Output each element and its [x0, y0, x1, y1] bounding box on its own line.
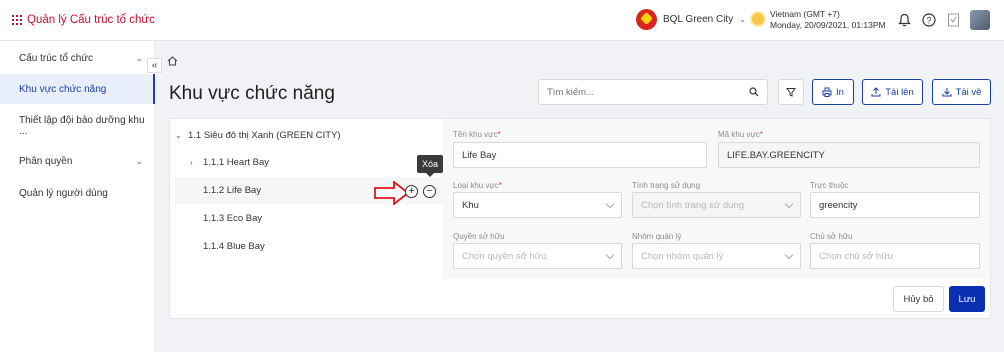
printer-icon	[822, 87, 832, 97]
org-switcher[interactable]: BQL Green City ⌄	[636, 9, 746, 30]
upload-icon	[871, 87, 881, 97]
owner-label: Chủ sở hữu	[810, 232, 853, 241]
code-field[interactable]: LIFE.BAY.GREENCITY	[718, 142, 980, 168]
delete-tooltip: Xóa	[417, 155, 443, 177]
download-button[interactable]: Tải về	[932, 79, 991, 105]
tree-node-life-bay[interactable]: 1.1.2 Life Bay	[203, 185, 261, 196]
sidebar-item-functional-areas[interactable]: Khu vực chức năng	[0, 74, 155, 104]
chevron-down-icon	[784, 250, 794, 259]
sidebar: Cấu trúc tổ chức ⌄ Khu vực chức năng Thi…	[0, 41, 155, 352]
apps-grid-icon[interactable]	[12, 15, 22, 25]
svg-text:?: ?	[926, 16, 931, 26]
chevron-down-icon	[605, 199, 615, 208]
chevron-down-icon	[784, 199, 794, 208]
tree-node-blue-bay[interactable]: 1.1.4 Blue Bay	[203, 241, 265, 252]
datetime-label: Monday, 20/09/2021, 01:13PM	[770, 20, 886, 30]
name-label: Tên khu vực*	[453, 130, 501, 139]
filter-button[interactable]	[778, 79, 804, 105]
sidebar-item-label: Quản lý người dùng	[19, 187, 108, 199]
filter-icon	[786, 88, 796, 97]
sidebar-item-maintenance-team[interactable]: Thiết lập đội bảo dưỡng khu ...	[0, 111, 155, 141]
search-input[interactable]	[547, 86, 727, 98]
cancel-button[interactable]: Hủy bỏ	[893, 286, 944, 312]
save-button[interactable]: Lưu	[949, 286, 985, 312]
chevron-down-icon: ⌄	[135, 52, 143, 63]
search-icon[interactable]	[749, 87, 759, 97]
group-select[interactable]: Chọn nhóm quản lý	[632, 243, 801, 269]
group-label: Nhóm quản lý	[632, 232, 682, 241]
sidebar-item-label: Cấu trúc tổ chức	[19, 52, 93, 64]
search-box[interactable]	[538, 79, 768, 105]
user-avatar[interactable]	[970, 10, 990, 30]
timezone-display[interactable]: Vietnam (GMT +7) Monday, 20/09/2021, 01:…	[752, 9, 886, 31]
bell-icon[interactable]	[896, 12, 912, 28]
org-logo	[636, 9, 657, 30]
tree-node-label: 1.1.1 Heart Bay	[203, 157, 270, 168]
sidebar-item-permissions[interactable]: Phân quyền ⌄	[0, 146, 155, 176]
parent-field[interactable]: greencity	[810, 192, 980, 218]
sidebar-item-label: Thiết lập đội bảo dưỡng khu ...	[19, 115, 145, 137]
page-title: Khu vực chức năng	[169, 83, 335, 104]
add-child-button[interactable]: +	[405, 185, 418, 198]
help-icon[interactable]: ?	[921, 12, 937, 28]
name-field[interactable]: Life Bay	[453, 142, 707, 168]
chevron-right-icon[interactable]: ›	[190, 158, 198, 167]
upload-label: Tải lên	[885, 86, 914, 98]
print-label: In	[836, 86, 844, 98]
app-title[interactable]: Quản lý Cấu trúc tổ chức	[12, 14, 155, 26]
chevron-down-icon	[605, 250, 615, 259]
print-button[interactable]: In	[812, 79, 854, 105]
org-name: BQL Green City	[663, 14, 734, 25]
download-icon	[942, 88, 952, 97]
app-title-text: Quản lý Cấu trúc tổ chức	[27, 14, 155, 26]
home-icon[interactable]	[167, 56, 178, 69]
tree-node-label: 1.1.2 Life Bay	[203, 185, 262, 196]
chevron-down-icon: ⌄	[739, 15, 746, 24]
tree-node-heart-bay[interactable]: › 1.1.1 Heart Bay	[190, 157, 269, 168]
sun-icon	[752, 13, 764, 25]
sidebar-item-user-management[interactable]: Quản lý người dùng	[0, 178, 155, 208]
top-header: Quản lý Cấu trúc tổ chức BQL Green City …	[0, 0, 1004, 41]
code-label: Mã khu vực*	[718, 130, 763, 139]
sidebar-item-label: Khu vực chức năng	[19, 83, 107, 95]
delete-button[interactable]: −	[423, 185, 436, 198]
tree-node-label: 1.1.3 Eco Bay	[203, 213, 263, 224]
owner-field[interactable]: Chọn chủ sở hữu	[810, 243, 980, 269]
tree-node-label: 1.1.4 Blue Bay	[203, 241, 265, 252]
status-select[interactable]: Chọn tình trạng sử dụng	[632, 192, 801, 218]
tree-node-label: 1.1 Siêu đô thị Xanh (GREEN CITY)	[188, 130, 341, 141]
timezone-label: Vietnam (GMT +7)	[770, 9, 840, 19]
sidebar-item-org-structure[interactable]: Cấu trúc tổ chức ⌄	[0, 43, 155, 73]
upload-button[interactable]: Tải lên	[862, 79, 923, 105]
ownership-label: Quyền sở hữu	[453, 232, 505, 241]
tree-node-root[interactable]: ⌄ 1.1 Siêu đô thị Xanh (GREEN CITY)	[175, 130, 341, 141]
type-label: Loại khu vực*	[453, 181, 502, 190]
tree-node-eco-bay[interactable]: 1.1.3 Eco Bay	[203, 213, 262, 224]
ownership-select[interactable]: Chọn quyền sở hữu	[453, 243, 622, 269]
type-select[interactable]: Khu	[453, 192, 622, 218]
collapse-sidebar-button[interactable]: «	[147, 58, 162, 73]
chevron-down-icon: ⌄	[135, 155, 143, 166]
document-icon[interactable]	[945, 12, 961, 28]
sidebar-item-label: Phân quyền	[19, 155, 73, 167]
status-label: Tình trạng sử dụng	[632, 181, 701, 190]
chevron-down-icon[interactable]: ⌄	[175, 131, 183, 140]
download-label: Tải về	[955, 86, 982, 98]
parent-label: Trực thuộc	[810, 181, 849, 190]
